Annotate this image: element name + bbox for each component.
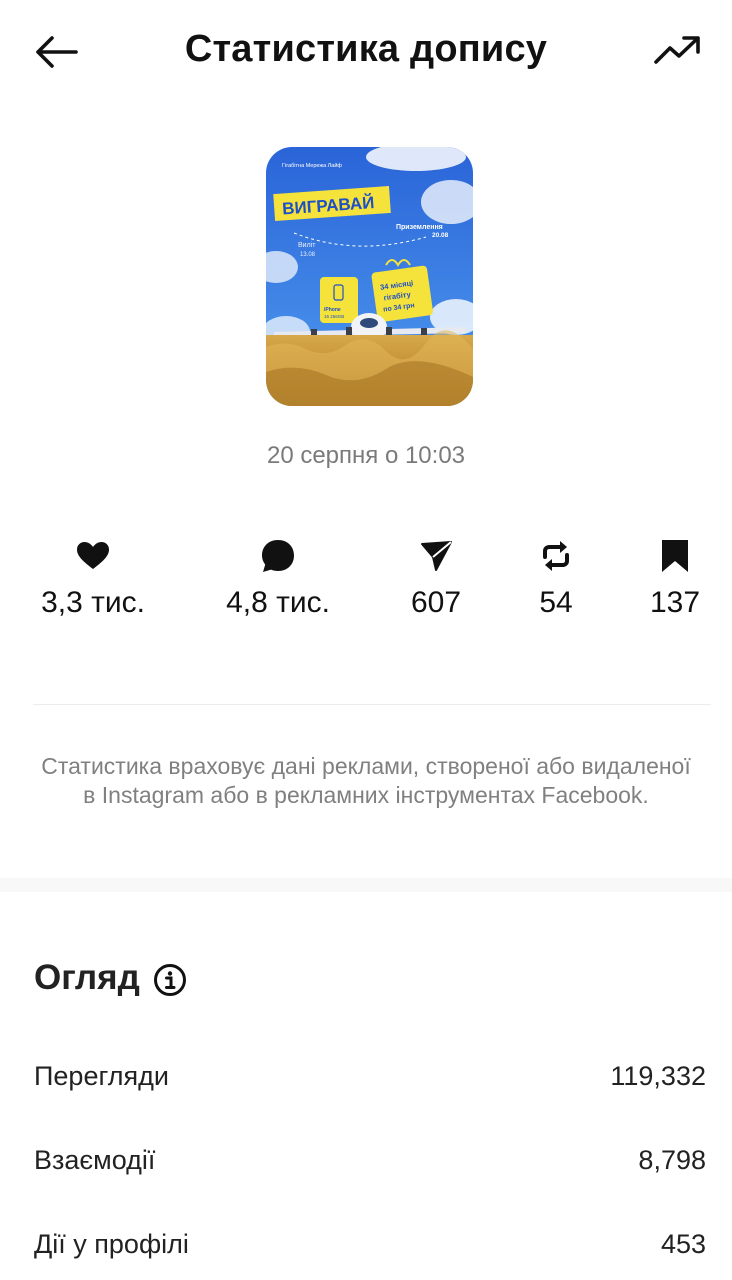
thumb-landing: Приземлення	[396, 224, 443, 231]
bookmark-icon	[662, 540, 688, 572]
post-date: 20 серпня о 10:03	[266, 442, 466, 469]
reposts-count: 54	[539, 586, 573, 619]
shares-count: 607	[410, 586, 462, 619]
reposts-stat: 54	[518, 536, 594, 620]
section-separator	[0, 878, 732, 892]
profile-actions-row[interactable]: Дії у профілі 453	[34, 1229, 706, 1269]
heart-icon	[77, 542, 109, 569]
thumb-brand: Гігабітна Мережа Лайф	[282, 162, 342, 169]
likes-count: 3,3 тис.	[41, 586, 145, 619]
share-icon	[421, 541, 452, 571]
thumb-departure-date: 13.08	[300, 252, 316, 258]
profile-actions-value: 453	[660, 1229, 706, 1259]
post-image: Гігабітна Мережа Лайф ВИГРАВАЙ Виліт 13.…	[266, 147, 473, 406]
thumb-landing-date: 20.08	[432, 232, 449, 239]
post-thumbnail[interactable]: Гігабітна Мережа Лайф ВИГРАВАЙ Виліт 13.…	[266, 147, 473, 406]
post-insights-screen: Статистика допису Гігабітна Мережа Лайф …	[0, 0, 732, 1280]
comments-stat: 4,8 тис.	[218, 536, 338, 620]
thumb-departure: Виліт	[298, 241, 316, 249]
interactions-value: 8,798	[638, 1145, 706, 1175]
thumb-prize1-line1: iPhone	[324, 307, 341, 313]
interactions-row[interactable]: Взаємодії 8,798	[34, 1145, 706, 1185]
views-value: 119,332	[610, 1061, 706, 1091]
info-icon[interactable]	[153, 963, 187, 997]
top-bar: Статистика допису	[0, 0, 732, 104]
saves-stat: 137	[635, 536, 715, 620]
interactions-label: Взаємодії	[34, 1145, 156, 1175]
shares-stat: 607	[396, 536, 476, 620]
trending-up-icon	[654, 36, 700, 64]
views-row[interactable]: Перегляди 119,332	[34, 1061, 706, 1101]
thumb-prize1-line2: 16 256GB	[324, 314, 344, 319]
repost-icon	[543, 541, 569, 571]
comments-count: 4,8 тис.	[226, 586, 330, 619]
likes-stat: 3,3 тис.	[33, 536, 153, 620]
profile-actions-label: Дії у профілі	[34, 1229, 189, 1259]
page-title: Статистика допису	[184, 28, 548, 70]
saves-count: 137	[649, 586, 701, 619]
views-label: Перегляди	[34, 1061, 169, 1091]
divider	[33, 704, 711, 705]
trending-button[interactable]	[652, 30, 704, 70]
ads-disclaimer: Статистика враховує дані реклами, створе…	[41, 753, 691, 808]
overview-heading: Огляд	[34, 958, 140, 997]
comment-icon	[262, 540, 294, 572]
